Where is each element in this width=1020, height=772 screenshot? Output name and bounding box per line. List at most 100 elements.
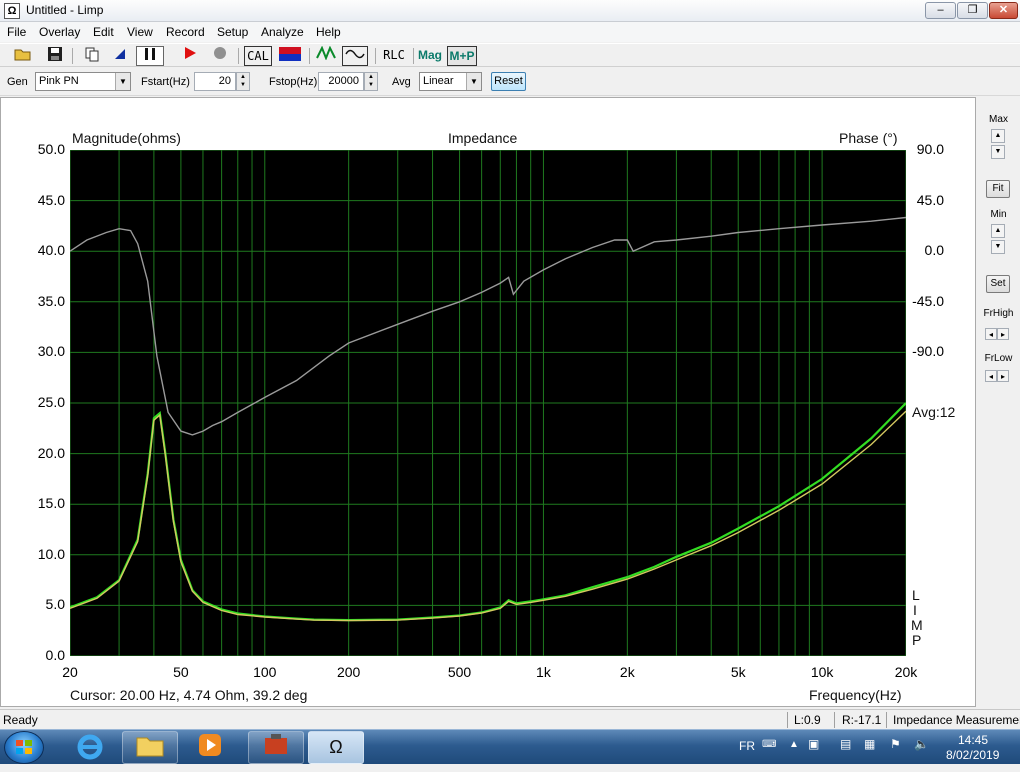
fstart-input[interactable]: 20 xyxy=(194,72,236,91)
cal-button[interactable]: CAL xyxy=(244,46,272,66)
set-button[interactable]: Set xyxy=(986,275,1010,293)
chevron-down-icon[interactable]: ▼ xyxy=(466,73,481,90)
chevron-down-icon[interactable]: ▼ xyxy=(115,73,130,90)
scale-panel: Max ▲ ▼ Fit Min ▲ ▼ Set FrHigh ◂ ▸ FrLow … xyxy=(977,97,1020,707)
speaker-icon[interactable]: 🔈 xyxy=(914,737,929,751)
waveform-icon[interactable] xyxy=(342,46,368,66)
toolbox-icon[interactable] xyxy=(248,731,304,764)
keyboard-icon[interactable]: ⌨ xyxy=(762,739,776,750)
mag-button[interactable]: Mag xyxy=(416,46,444,66)
app-omega-icon[interactable]: Ω xyxy=(4,3,20,19)
x-axis-title: Frequency(Hz) xyxy=(809,687,902,703)
status-l-value: L:0.9 xyxy=(794,713,821,727)
frlow-arrows[interactable]: ◂ ▸ xyxy=(985,370,1011,382)
impedance-chart[interactable] xyxy=(70,150,906,656)
avg-label: Avg xyxy=(392,76,411,88)
clock-time[interactable]: 14:45 xyxy=(958,733,988,747)
max-down-button[interactable]: ▼ xyxy=(991,145,1005,159)
tray-app-icon[interactable]: ▣ xyxy=(808,737,819,751)
menu-record[interactable]: Record xyxy=(166,25,205,39)
fstop-spinner[interactable]: ▲ ▼ xyxy=(364,72,378,91)
x-tick-label: 10k xyxy=(810,664,834,680)
left-arrow-icon[interactable]: ◂ xyxy=(985,370,997,382)
maximize-button[interactable]: ❐ xyxy=(957,2,988,19)
x-tick-label: 2k xyxy=(619,664,635,680)
frlow-label: FrLow xyxy=(984,353,1013,364)
media-player-icon[interactable] xyxy=(182,731,238,764)
x-tick-label: 500 xyxy=(447,664,472,680)
y-tick-label: 5.0 xyxy=(45,596,65,613)
y-tick-label: 45.0 xyxy=(37,191,65,208)
save-disk-icon[interactable] xyxy=(44,46,66,66)
avg-value: Linear xyxy=(423,75,454,87)
status-mode: Impedance Measuremer xyxy=(893,713,1020,727)
toolbar-separator xyxy=(309,48,310,64)
explorer-icon[interactable] xyxy=(122,731,178,764)
stop-icon[interactable] xyxy=(210,46,230,66)
max-up-button[interactable]: ▲ xyxy=(991,129,1005,143)
ie-icon[interactable] xyxy=(62,731,118,764)
y-tick-label: 25.0 xyxy=(37,394,65,410)
copy-icon[interactable] xyxy=(82,46,102,66)
gen-value: Pink PN xyxy=(39,75,79,87)
status-bar: Ready L:0.9 R:-17.1 Impedance Measuremer xyxy=(0,709,1020,729)
fit-button[interactable]: Fit xyxy=(986,180,1010,198)
frhigh-label: FrHigh xyxy=(983,308,1014,319)
min-up-button[interactable]: ▲ xyxy=(991,224,1005,238)
right-arrow-icon[interactable]: ▸ xyxy=(997,370,1009,382)
printer-icon[interactable]: ▦ xyxy=(864,737,875,751)
menu-analyze[interactable]: Analyze xyxy=(261,25,304,39)
status-divider xyxy=(834,712,835,728)
reset-button[interactable]: Reset xyxy=(491,72,526,91)
menu-bar: File Overlay Edit View Record Setup Anal… xyxy=(0,22,1020,42)
status-divider xyxy=(886,712,887,728)
clock-date[interactable]: 8/02/2019 xyxy=(946,748,999,762)
x-tick-label: 200 xyxy=(336,664,361,680)
right-arrow-icon[interactable]: ▸ xyxy=(997,328,1009,340)
generator-bar: Gen Pink PN ▼ Fstart(Hz) 20 ▲ ▼ Fstop(Hz)… xyxy=(0,68,1020,96)
play-icon[interactable] xyxy=(180,46,200,66)
pause-icon[interactable] xyxy=(136,46,164,66)
avg-select[interactable]: Linear ▼ xyxy=(419,72,482,91)
toolbar: CAL RLC Mag M+P xyxy=(0,43,1020,67)
gen-select[interactable]: Pink PN ▼ xyxy=(35,72,131,91)
status-ready: Ready xyxy=(3,713,38,727)
menu-setup[interactable]: Setup xyxy=(217,25,248,39)
y-tick-label: 35.0 xyxy=(37,292,65,309)
menu-file[interactable]: File xyxy=(7,25,26,39)
avg-count-label: Avg:12 xyxy=(912,404,956,420)
close-button[interactable]: ✕ xyxy=(989,2,1018,19)
start-button[interactable] xyxy=(4,731,44,764)
min-down-button[interactable]: ▼ xyxy=(991,240,1005,254)
color-icon[interactable] xyxy=(276,46,304,66)
fstart-spinner[interactable]: ▲ ▼ xyxy=(236,72,250,91)
tray-expand-icon[interactable]: ▲ xyxy=(789,739,799,750)
flag-icon[interactable]: ⚑ xyxy=(890,737,901,751)
impedance-icon[interactable] xyxy=(314,45,338,66)
open-folder-icon[interactable] xyxy=(12,46,34,66)
menu-help[interactable]: Help xyxy=(316,25,341,39)
frhigh-arrows[interactable]: ◂ ▸ xyxy=(985,328,1011,340)
arrow-icon[interactable] xyxy=(110,46,130,66)
minimize-button[interactable]: – xyxy=(925,2,956,19)
menu-overlay[interactable]: Overlay xyxy=(39,25,80,39)
y-tick-label: 15.0 xyxy=(37,495,65,512)
x-tick-label: 100 xyxy=(253,664,277,680)
y-axis-title-left: Magnitude(ohms) xyxy=(72,130,181,146)
menu-edit[interactable]: Edit xyxy=(93,25,114,39)
window-title: Untitled - Limp xyxy=(26,3,104,17)
x-tick-label: 5k xyxy=(730,664,746,680)
network-icon[interactable]: ▤ xyxy=(840,737,851,751)
fstop-input[interactable]: 20000 xyxy=(318,72,364,91)
language-indicator[interactable]: FR xyxy=(739,739,755,753)
menu-view[interactable]: View xyxy=(127,25,153,39)
side-letter-l: L xyxy=(912,587,920,603)
status-r-value: R:-17.1 xyxy=(842,713,882,727)
y-tick-label: 50.0 xyxy=(37,141,65,157)
toolbar-separator xyxy=(238,48,239,64)
status-divider xyxy=(787,712,788,728)
limp-taskbar-omega-icon[interactable]: Ω xyxy=(308,731,364,764)
rlc-button[interactable]: RLC xyxy=(380,46,408,66)
mag-phase-button[interactable]: M+P xyxy=(447,46,477,66)
left-arrow-icon[interactable]: ◂ xyxy=(985,328,997,340)
